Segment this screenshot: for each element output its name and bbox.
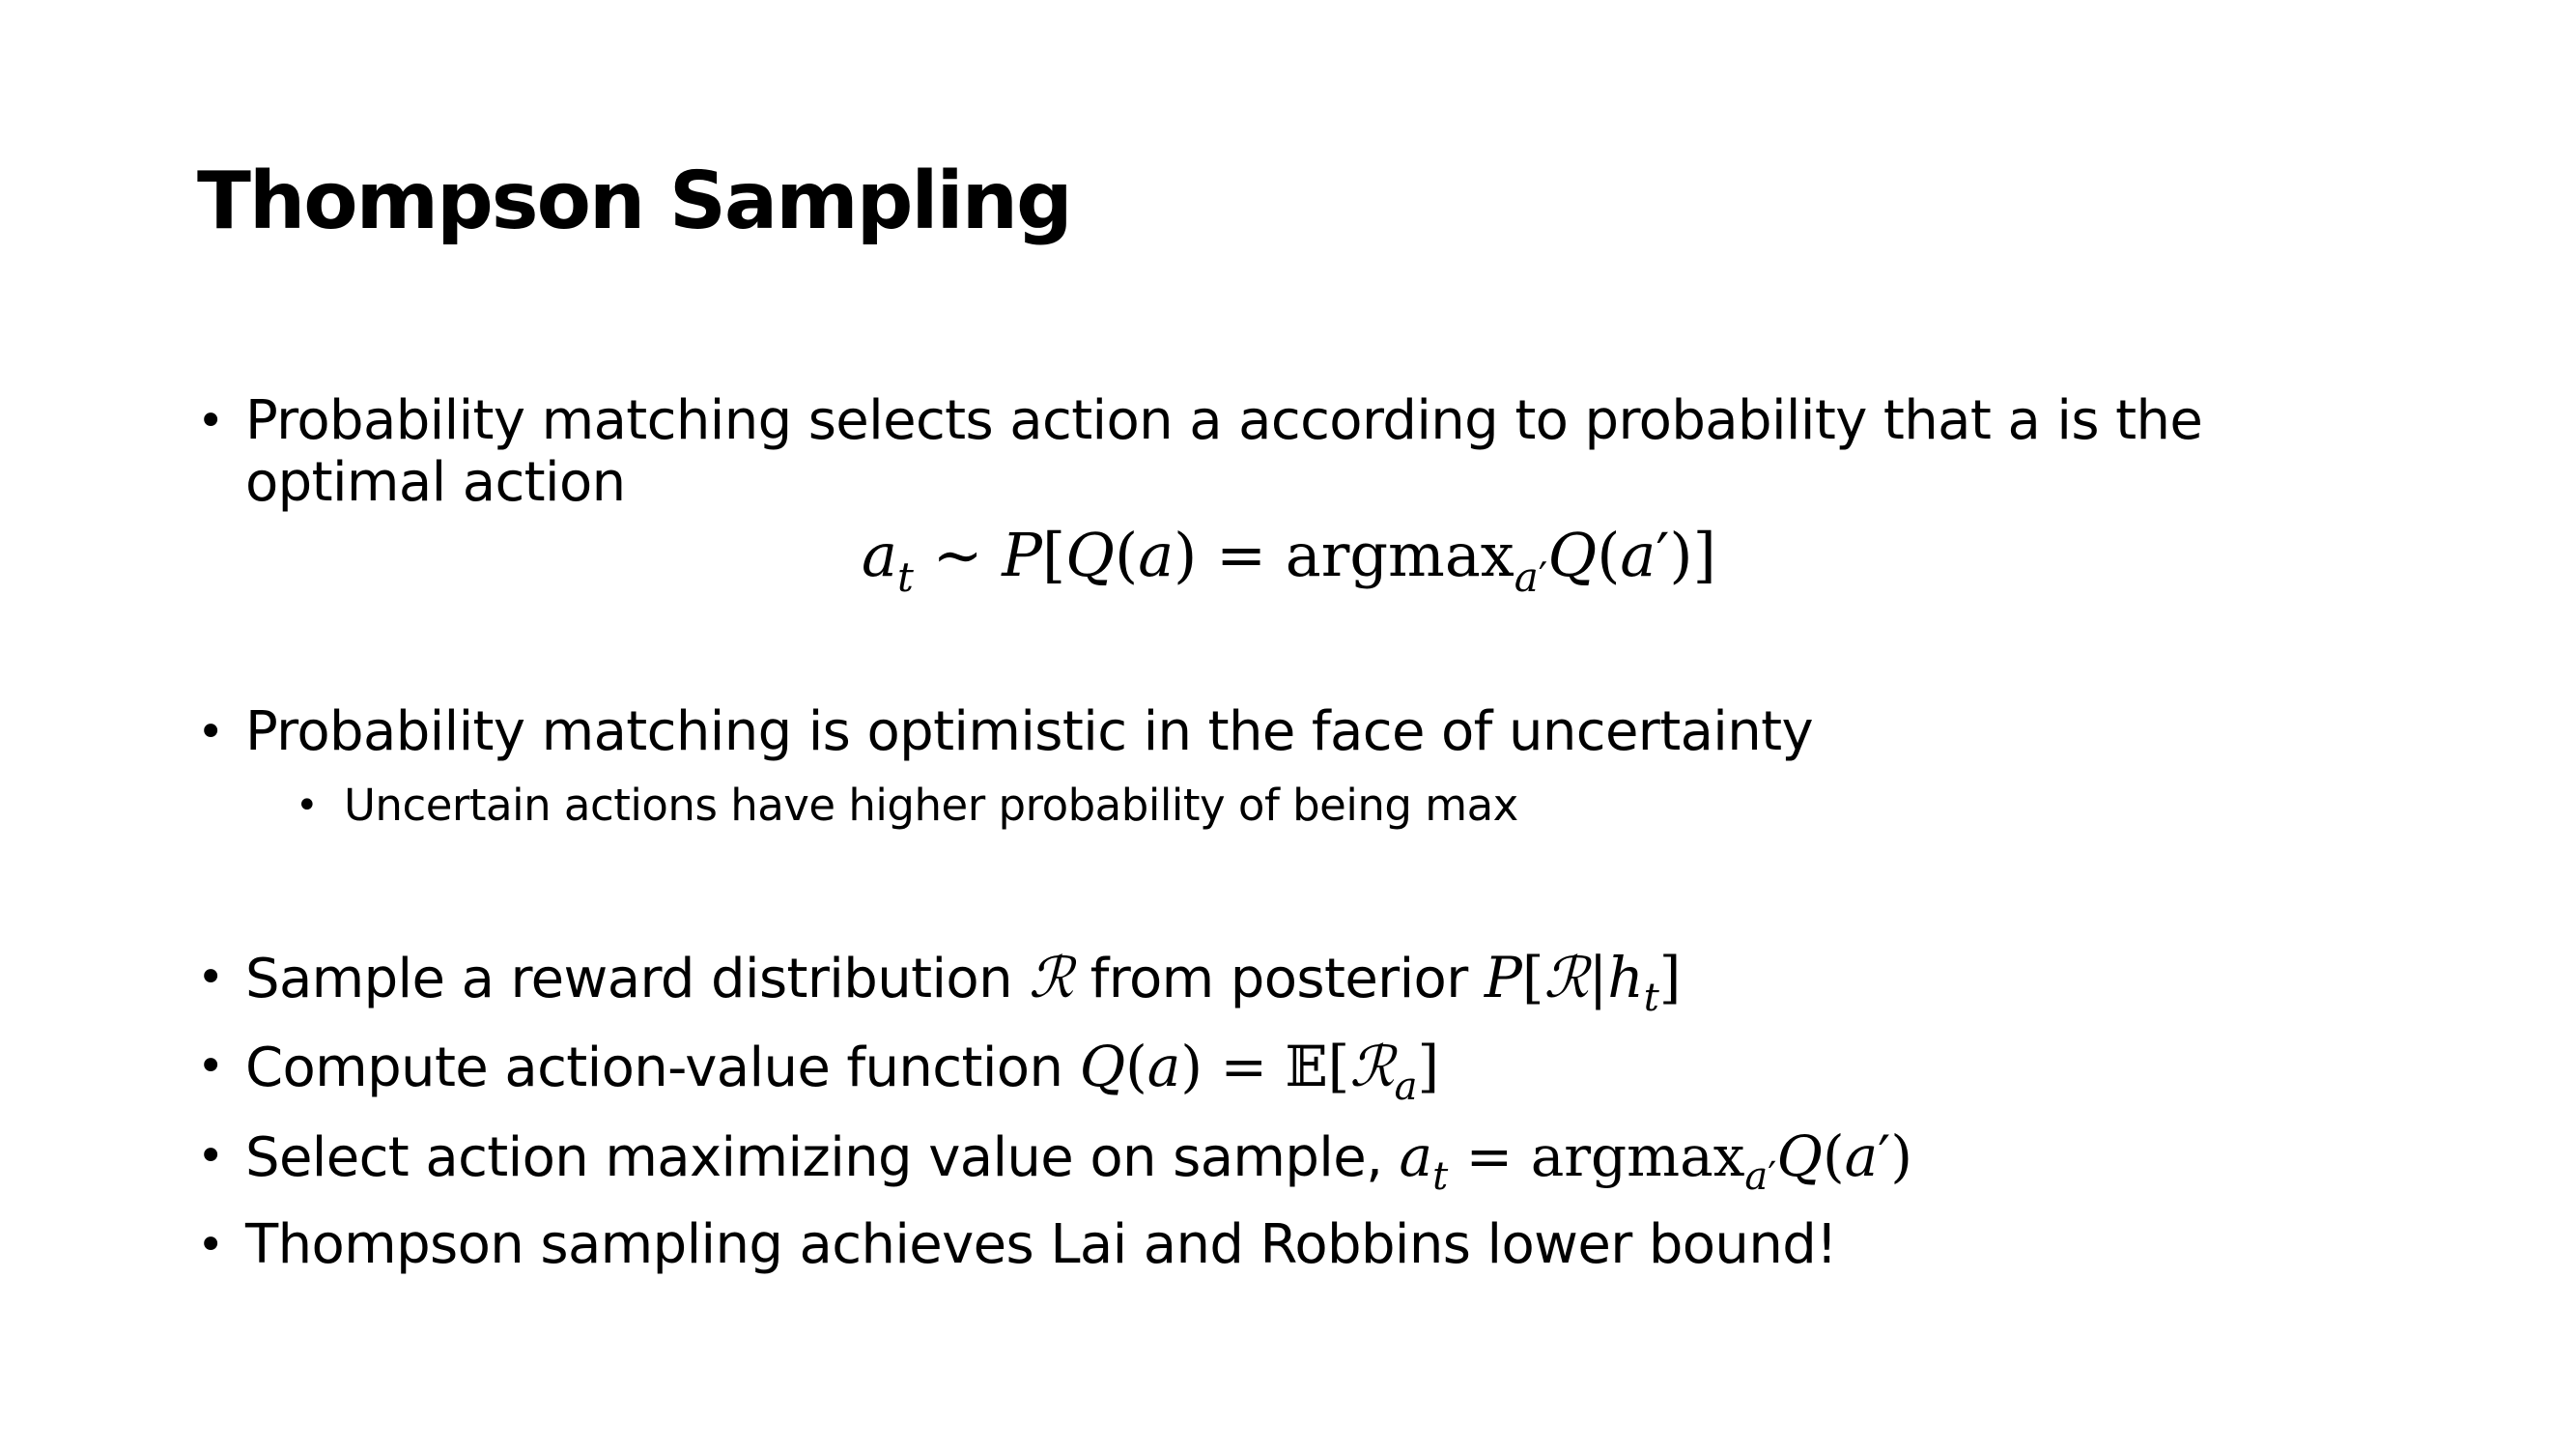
bullet-marker: • (197, 394, 224, 448)
sub-bullet-marker: • (296, 783, 319, 828)
bullet-text-group: Compute action-value function Q(a) = 𝔼[ℛ… (245, 1034, 1440, 1109)
argmax-operator: argmax (1530, 1123, 1745, 1189)
slide-title: Thompson Sampling (197, 156, 1073, 247)
bullet-text: Probability matching selects action a ac… (245, 389, 2203, 514)
bullet-text: Compute action-value function (245, 1037, 1080, 1099)
bullet-marker: • (197, 1218, 224, 1272)
posterior-expression: P[ℛ|ht] (1484, 945, 1682, 1020)
action-value-expression: Q(a) = 𝔼[ℛa] (1079, 1034, 1440, 1109)
bullet-text-continued: from posterior (1073, 948, 1485, 1010)
reward-distribution-symbol: ℛ (1029, 945, 1074, 1010)
bullet-marker: • (197, 705, 224, 759)
bullet-text: Select action maximizing value on sample… (245, 1126, 1400, 1189)
bullet-text: Sample a reward distribution (245, 948, 1030, 1010)
bullet-marker: • (197, 951, 224, 1005)
argmax-operator: argmax (1285, 520, 1514, 590)
sub-bullet-text: Uncertain actions have higher probabilit… (344, 780, 1518, 831)
probability-matching-equation: at ∼ P[Q(a) = argmaxa′Q(a′)] (862, 520, 1716, 601)
bullet-text: Probability matching is optimistic in th… (245, 700, 1814, 763)
bullet-text: Thompson sampling achieves Lai and Robbi… (245, 1213, 1838, 1276)
bullet-marker: • (197, 1039, 224, 1094)
slide: Thompson Sampling • Probability matching… (0, 0, 2576, 1449)
bullet-text-group: Select action maximizing value on sample… (245, 1123, 1912, 1199)
argmax-action-expression: at = argmaxa′Q(a′) (1399, 1123, 1912, 1199)
bullet-marker: • (197, 1129, 224, 1183)
bullet-text-group: Sample a reward distribution ℛ from post… (245, 945, 1682, 1020)
